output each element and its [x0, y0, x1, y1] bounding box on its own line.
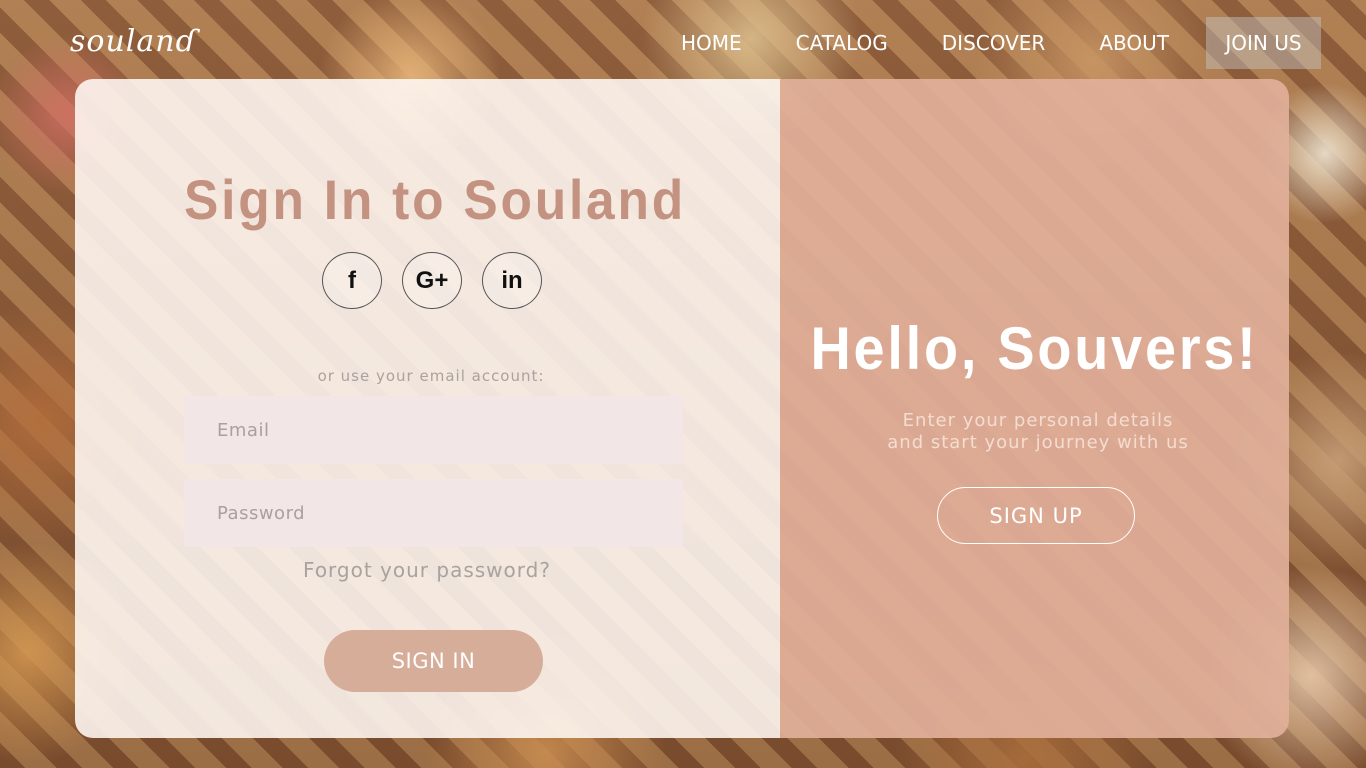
email-field[interactable]: [184, 396, 683, 464]
signup-subtitle-line-2: and start your journey with us: [887, 432, 1189, 453]
forgot-password-link[interactable]: Forgot your password?: [75, 558, 779, 582]
signup-panel: Hello, Souvers! Enter your personal deta…: [780, 79, 1289, 738]
sign-in-button[interactable]: SIGN IN: [324, 630, 543, 692]
password-field[interactable]: [184, 479, 683, 547]
nav-about[interactable]: ABOUT: [1072, 17, 1196, 69]
signin-panel: Sign In to Souland f G+ in or use your e…: [75, 79, 780, 738]
nav-discover[interactable]: DISCOVER: [915, 17, 1073, 69]
social-login-row: f G+ in: [322, 252, 542, 309]
sign-up-button[interactable]: SIGN UP: [937, 487, 1135, 544]
auth-card: Sign In to Souland f G+ in or use your e…: [75, 79, 1289, 738]
google-plus-icon[interactable]: G+: [402, 252, 462, 309]
nav-home[interactable]: HOME: [654, 17, 769, 69]
nav-catalog[interactable]: CATALOG: [769, 17, 915, 69]
signin-title: Sign In to Souland: [184, 168, 686, 231]
facebook-icon[interactable]: f: [322, 252, 382, 309]
signup-subtitle-line-1: Enter your personal details: [902, 410, 1174, 431]
signup-subtitle: Enter your personal details and start yo…: [780, 410, 1289, 454]
linkedin-icon[interactable]: in: [482, 252, 542, 309]
logo[interactable]: soulanɗ: [70, 24, 197, 59]
signup-title: Hello, Souvers!: [810, 315, 1259, 382]
main-nav: HOME CATALOG DISCOVER ABOUT JOIN US: [654, 17, 1321, 69]
nav-join-us-button[interactable]: JOIN US: [1206, 17, 1321, 69]
email-option-label: or use your email account:: [317, 367, 545, 385]
